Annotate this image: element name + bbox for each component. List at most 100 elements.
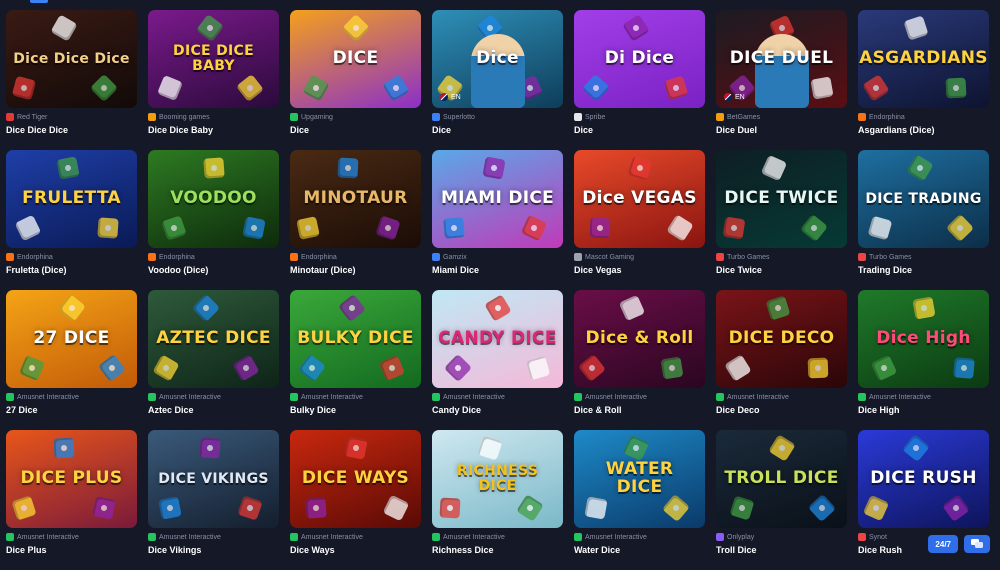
provider-name[interactable]: Turbo Games bbox=[869, 254, 912, 261]
game-title[interactable]: Dice & Roll bbox=[574, 405, 705, 415]
game-thumbnail[interactable]: DICE bbox=[290, 10, 421, 108]
provider-name[interactable]: Spribe bbox=[585, 114, 605, 121]
game-card[interactable]: DICE VIKINGS Amusnet Interactive Dice Viki… bbox=[148, 430, 279, 570]
game-thumbnail[interactable]: 27 DICE bbox=[6, 290, 137, 388]
game-card[interactable]: DICE TWICE Turbo Games Dice Twice bbox=[716, 150, 847, 290]
game-card[interactable]: DICE DUEL EN BetGames Dice Duel bbox=[716, 10, 847, 150]
game-card[interactable]: DICE PLUS Amusnet Interactive Dice Plus bbox=[6, 430, 137, 570]
provider-name[interactable]: Turbo Games bbox=[727, 254, 770, 261]
game-title[interactable]: Dice Vikings bbox=[148, 545, 279, 555]
game-card[interactable]: RICHNESS DICE Amusnet Interactive Richness… bbox=[432, 430, 563, 570]
game-card[interactable]: TROLL DICE Onlyplay Troll Dice bbox=[716, 430, 847, 570]
game-thumbnail[interactable]: TROLL DICE bbox=[716, 430, 847, 528]
game-card[interactable]: Dice Dice Dice Red Tiger Dice Dice Dice bbox=[6, 10, 137, 150]
game-title[interactable]: Dice bbox=[432, 125, 563, 135]
game-card[interactable]: BULKY DICE Amusnet Interactive Bulky Dice bbox=[290, 290, 421, 430]
game-title[interactable]: Dice Dice Baby bbox=[148, 125, 279, 135]
game-thumbnail[interactable]: AZTEC DICE bbox=[148, 290, 279, 388]
game-title[interactable]: Dice Vegas bbox=[574, 265, 705, 275]
game-thumbnail[interactable]: Di Dice bbox=[574, 10, 705, 108]
game-card[interactable]: MIAMI DICE Gamzix Miami Dice bbox=[432, 150, 563, 290]
game-thumbnail[interactable]: DICE TWICE bbox=[716, 150, 847, 248]
game-thumbnail[interactable]: Dice & Roll bbox=[574, 290, 705, 388]
game-card[interactable]: AZTEC DICE Amusnet Interactive Aztec Dice bbox=[148, 290, 279, 430]
game-card[interactable]: ASGARDIANS Endorphina Asgardians (Dice) bbox=[858, 10, 989, 150]
game-thumbnail[interactable]: ASGARDIANS bbox=[858, 10, 989, 108]
game-card[interactable]: FRULETTA Endorphina Fruletta (Dice) bbox=[6, 150, 137, 290]
game-thumbnail[interactable]: Dice VEGAS bbox=[574, 150, 705, 248]
provider-name[interactable]: Superlotto bbox=[443, 114, 475, 121]
provider-name[interactable]: Endorphina bbox=[869, 114, 905, 121]
game-thumbnail[interactable]: DICE WAYS bbox=[290, 430, 421, 528]
support-24-7-button[interactable]: 24/7 bbox=[928, 535, 958, 553]
provider-name[interactable]: Amusnet Interactive bbox=[585, 534, 647, 541]
provider-name[interactable]: Amusnet Interactive bbox=[159, 534, 221, 541]
provider-name[interactable]: Red Tiger bbox=[17, 114, 47, 121]
game-title[interactable]: Fruletta (Dice) bbox=[6, 265, 137, 275]
provider-name[interactable]: Synot bbox=[869, 534, 887, 541]
game-thumbnail[interactable]: BULKY DICE bbox=[290, 290, 421, 388]
game-title[interactable]: Dice Ways bbox=[290, 545, 421, 555]
game-thumbnail[interactable]: WATER DICE bbox=[574, 430, 705, 528]
game-card[interactable]: Dice & Roll Amusnet Interactive Dice & Rol… bbox=[574, 290, 705, 430]
game-thumbnail[interactable]: CANDY DICE bbox=[432, 290, 563, 388]
game-thumbnail[interactable]: DICE DICE BABY bbox=[148, 10, 279, 108]
game-title[interactable]: Minotaur (Dice) bbox=[290, 265, 421, 275]
game-card[interactable]: DICE TRADING Turbo Games Trading Dice bbox=[858, 150, 989, 290]
game-thumbnail[interactable]: DICE RUSH bbox=[858, 430, 989, 528]
game-title[interactable]: Water Dice bbox=[574, 545, 705, 555]
game-thumbnail[interactable]: VOODOO bbox=[148, 150, 279, 248]
game-card[interactable]: DICE WAYS Amusnet Interactive Dice Ways bbox=[290, 430, 421, 570]
game-card[interactable]: 27 DICE Amusnet Interactive 27 Dice bbox=[6, 290, 137, 430]
game-title[interactable]: Bulky Dice bbox=[290, 405, 421, 415]
game-card[interactable]: DICE Upgaming Dice bbox=[290, 10, 421, 150]
game-card[interactable]: DICE DICE BABY Booming games Dice Dice Bab… bbox=[148, 10, 279, 150]
game-title[interactable]: 27 Dice bbox=[6, 405, 137, 415]
game-card[interactable]: Dice EN Superlotto Dice bbox=[432, 10, 563, 150]
provider-name[interactable]: Amusnet Interactive bbox=[159, 394, 221, 401]
game-title[interactable]: Trading Dice bbox=[858, 265, 989, 275]
game-card[interactable]: DICE DECO Amusnet Interactive Dice Deco bbox=[716, 290, 847, 430]
provider-name[interactable]: Amusnet Interactive bbox=[869, 394, 931, 401]
game-title[interactable]: Dice bbox=[290, 125, 421, 135]
provider-name[interactable]: Endorphina bbox=[301, 254, 337, 261]
provider-name[interactable]: Amusnet Interactive bbox=[727, 394, 789, 401]
chat-button[interactable] bbox=[964, 535, 990, 553]
game-thumbnail[interactable]: Dice EN bbox=[432, 10, 563, 108]
game-card[interactable]: WATER DICE Amusnet Interactive Water Dice bbox=[574, 430, 705, 570]
game-title[interactable]: Voodoo (Dice) bbox=[148, 265, 279, 275]
game-title[interactable]: Dice High bbox=[858, 405, 989, 415]
game-thumbnail[interactable]: MIAMI DICE bbox=[432, 150, 563, 248]
provider-name[interactable]: Amusnet Interactive bbox=[443, 534, 505, 541]
provider-name[interactable]: Amusnet Interactive bbox=[443, 394, 505, 401]
game-thumbnail[interactable]: DICE VIKINGS bbox=[148, 430, 279, 528]
provider-name[interactable]: Onlyplay bbox=[727, 534, 754, 541]
game-card[interactable]: Dice VEGAS Mascot Gaming Dice Vegas bbox=[574, 150, 705, 290]
game-thumbnail[interactable]: DICE DECO bbox=[716, 290, 847, 388]
provider-name[interactable]: Endorphina bbox=[159, 254, 195, 261]
game-thumbnail[interactable]: Dice High bbox=[858, 290, 989, 388]
game-thumbnail[interactable]: DICE TRADING bbox=[858, 150, 989, 248]
game-card[interactable]: Di Dice Spribe Dice bbox=[574, 10, 705, 150]
game-title[interactable]: Dice Duel bbox=[716, 125, 847, 135]
provider-name[interactable]: Amusnet Interactive bbox=[585, 394, 647, 401]
provider-name[interactable]: Gamzix bbox=[443, 254, 467, 261]
game-title[interactable]: Miami Dice bbox=[432, 265, 563, 275]
game-card[interactable]: VOODOO Endorphina Voodoo (Dice) bbox=[148, 150, 279, 290]
game-card[interactable]: CANDY DICE Amusnet Interactive Candy Dice bbox=[432, 290, 563, 430]
game-card[interactable]: MINOTAUR Endorphina Minotaur (Dice) bbox=[290, 150, 421, 290]
game-thumbnail[interactable]: DICE DUEL EN bbox=[716, 10, 847, 108]
game-thumbnail[interactable]: FRULETTA bbox=[6, 150, 137, 248]
game-card[interactable]: Dice High Amusnet Interactive Dice High bbox=[858, 290, 989, 430]
game-title[interactable]: Aztec Dice bbox=[148, 405, 279, 415]
game-thumbnail[interactable]: MINOTAUR bbox=[290, 150, 421, 248]
game-title[interactable]: Dice Twice bbox=[716, 265, 847, 275]
game-title[interactable]: Asgardians (Dice) bbox=[858, 125, 989, 135]
provider-name[interactable]: Upgaming bbox=[301, 114, 333, 121]
provider-name[interactable]: Booming games bbox=[159, 114, 210, 121]
game-title[interactable]: Troll Dice bbox=[716, 545, 847, 555]
game-title[interactable]: Richness Dice bbox=[432, 545, 563, 555]
game-title[interactable]: Candy Dice bbox=[432, 405, 563, 415]
game-title[interactable]: Dice Dice Dice bbox=[6, 125, 137, 135]
game-title[interactable]: Dice Plus bbox=[6, 545, 137, 555]
